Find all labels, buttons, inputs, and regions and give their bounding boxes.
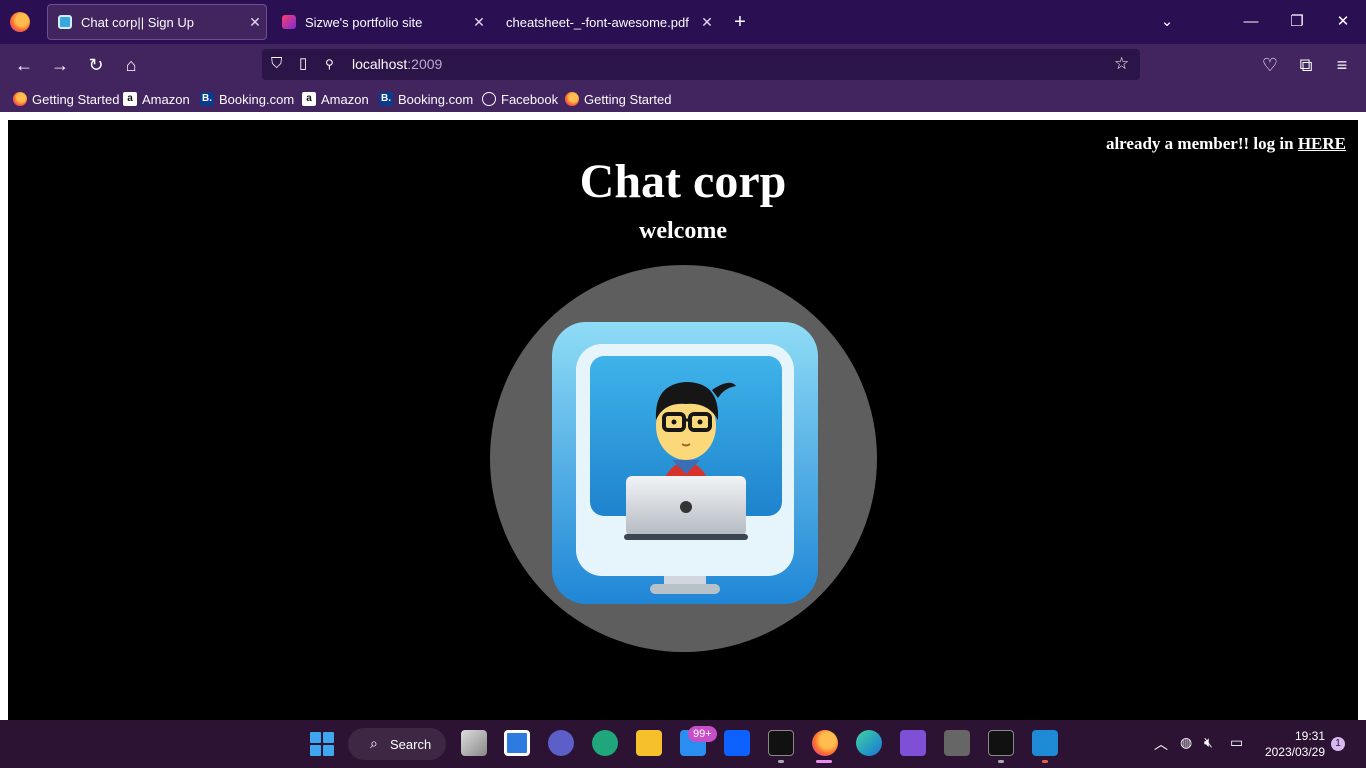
back-icon[interactable]: ← bbox=[12, 53, 36, 77]
tab-cheatsheet[interactable]: cheatsheet-_-font-awesome.pdf ✕ bbox=[496, 4, 718, 40]
bookmark-label: Facebook bbox=[501, 91, 559, 107]
tracking-shield-icon[interactable]: ⛉ bbox=[271, 53, 282, 75]
search-label: Search bbox=[390, 736, 432, 752]
bookmark-facebook[interactable]: Facebook bbox=[482, 90, 558, 108]
chevron-up-icon[interactable]: ︿ bbox=[1154, 734, 1168, 754]
pocket-icon[interactable]: ♡ bbox=[1258, 53, 1282, 77]
bookmark-label: Booking.com bbox=[219, 91, 295, 107]
computer-user-illustration bbox=[552, 322, 818, 604]
url-bar[interactable]: ⛉ ▯ ⚲ localhost:2009 ☆ bbox=[262, 49, 1140, 80]
bookmark-getting-started[interactable]: Getting Started bbox=[565, 90, 671, 108]
avatar-frame bbox=[490, 265, 877, 652]
bookmark-label: Booking.com bbox=[398, 91, 474, 107]
bookmark-star-icon[interactable]: ☆ bbox=[1114, 53, 1129, 75]
tab-title: Chat corp|| Sign Up bbox=[81, 14, 194, 30]
minimize-icon[interactable]: — bbox=[1236, 10, 1266, 34]
tab-portfolio[interactable]: Sizwe's portfolio site ✕ bbox=[272, 4, 490, 40]
running-indicator bbox=[1042, 760, 1048, 763]
forward-icon[interactable]: → bbox=[48, 53, 72, 77]
firefox-taskbar-icon[interactable] bbox=[812, 730, 838, 756]
running-indicator bbox=[998, 760, 1004, 763]
booking-icon: B. bbox=[379, 92, 393, 106]
permissions-icon[interactable]: ⚲ bbox=[325, 53, 334, 75]
home-icon[interactable]: ⌂ bbox=[119, 53, 143, 77]
login-link[interactable]: HERE bbox=[1298, 134, 1346, 153]
taskbar-search[interactable]: ⌕ Search bbox=[348, 728, 446, 760]
terminal-icon[interactable] bbox=[988, 730, 1014, 756]
task-view-icon[interactable] bbox=[461, 730, 487, 756]
notification-badge[interactable]: 1 bbox=[1331, 737, 1345, 751]
close-window-icon[interactable]: ✕ bbox=[1328, 10, 1358, 34]
visual-studio-icon[interactable] bbox=[900, 730, 926, 756]
tab-title: cheatsheet-_-font-awesome.pdf bbox=[506, 14, 689, 30]
page-icon[interactable]: ▯ bbox=[299, 53, 307, 75]
url-text[interactable]: localhost:2009 bbox=[352, 56, 442, 72]
vscode-icon[interactable] bbox=[1032, 730, 1058, 756]
clock-time[interactable]: 19:31 bbox=[1285, 729, 1325, 743]
close-tab-icon[interactable]: ✕ bbox=[244, 14, 266, 31]
extensions-icon[interactable]: ⧉ bbox=[1294, 53, 1318, 77]
login-prompt: already a member!! log in HERE bbox=[1106, 134, 1346, 154]
bookmarks-toolbar: Getting Started a Amazon B. Booking.com … bbox=[0, 86, 1366, 112]
firefox-menu-icon[interactable] bbox=[10, 12, 30, 32]
bookmark-amazon[interactable]: a Amazon bbox=[302, 90, 369, 108]
page-title: Chat corp bbox=[579, 155, 787, 208]
firefox-icon bbox=[565, 92, 579, 106]
navigation-toolbar: ← → ↻ ⌂ ⛉ ▯ ⚲ localhost:2009 ☆ ♡ ⧉ ≡ bbox=[0, 44, 1366, 86]
clock-date[interactable]: 2023/03/29 bbox=[1250, 745, 1325, 759]
active-indicator bbox=[816, 760, 832, 763]
search-icon: ⌕ bbox=[370, 735, 378, 751]
new-tab-button[interactable]: + bbox=[728, 10, 752, 34]
speaker-muted-icon[interactable]: 🔇︎ bbox=[1204, 734, 1213, 751]
chatgpt-icon[interactable] bbox=[592, 730, 618, 756]
tab-chat-corp[interactable]: Chat corp|| Sign Up ✕ bbox=[47, 4, 267, 40]
app-menu-icon[interactable]: ≡ bbox=[1330, 53, 1354, 77]
page-body: already a member!! log in HERE Chat corp… bbox=[8, 120, 1358, 720]
battery-icon[interactable]: ▭ bbox=[1230, 734, 1243, 751]
bookmark-label: Amazon bbox=[321, 91, 369, 107]
running-indicator bbox=[778, 760, 784, 763]
url-port: :2009 bbox=[407, 56, 443, 72]
page-viewport: already a member!! log in HERE Chat corp… bbox=[0, 112, 1366, 720]
edge-icon[interactable] bbox=[856, 730, 882, 756]
file-explorer-icon[interactable] bbox=[636, 730, 662, 756]
globe-icon bbox=[482, 92, 496, 106]
booking-icon: B. bbox=[200, 92, 214, 106]
welcome-heading: welcome bbox=[639, 218, 727, 244]
bookmark-amazon[interactable]: a Amazon bbox=[123, 90, 190, 108]
tab-title: Sizwe's portfolio site bbox=[305, 14, 423, 30]
amazon-icon: a bbox=[302, 92, 316, 106]
firefox-icon bbox=[13, 92, 27, 106]
globe-icon[interactable]: ◍ bbox=[1180, 734, 1192, 751]
windows-start-icon[interactable] bbox=[310, 732, 334, 756]
portfolio-favicon-icon bbox=[282, 15, 296, 29]
dropbox-icon[interactable] bbox=[724, 730, 750, 756]
bookmark-booking[interactable]: B. Booking.com bbox=[200, 90, 294, 108]
bookmark-booking[interactable]: B. Booking.com bbox=[379, 90, 473, 108]
amazon-icon: a bbox=[123, 92, 137, 106]
url-host: localhost bbox=[352, 56, 408, 72]
taskbar: ⌕ Search 99+ ︿ ◍ 🔇︎ ▭ 19:31 2023/03/29 1 bbox=[0, 720, 1366, 768]
bookmark-label: Getting Started bbox=[584, 91, 672, 107]
teams-chat-icon[interactable] bbox=[548, 730, 574, 756]
tab-strip: Chat corp|| Sign Up ✕ Sizwe's portfolio … bbox=[0, 0, 1366, 44]
widgets-icon[interactable] bbox=[504, 730, 530, 756]
chat-favicon-icon bbox=[58, 15, 72, 29]
close-tab-icon[interactable]: ✕ bbox=[468, 14, 490, 31]
restore-icon[interactable]: ❐ bbox=[1282, 10, 1312, 34]
bookmark-label: Amazon bbox=[142, 91, 190, 107]
mail-badge: 99+ bbox=[688, 726, 717, 742]
close-tab-icon[interactable]: ✕ bbox=[696, 14, 718, 31]
list-all-tabs-icon[interactable]: ⌄ bbox=[1152, 10, 1182, 34]
bookmark-getting-started[interactable]: Getting Started bbox=[13, 90, 119, 108]
login-prompt-text: already a member!! log in bbox=[1105, 134, 1298, 153]
mw-app-icon[interactable] bbox=[944, 730, 970, 756]
terminal-icon[interactable] bbox=[768, 730, 794, 756]
reload-icon[interactable]: ↻ bbox=[84, 53, 108, 77]
bookmark-label: Getting Started bbox=[32, 91, 120, 107]
